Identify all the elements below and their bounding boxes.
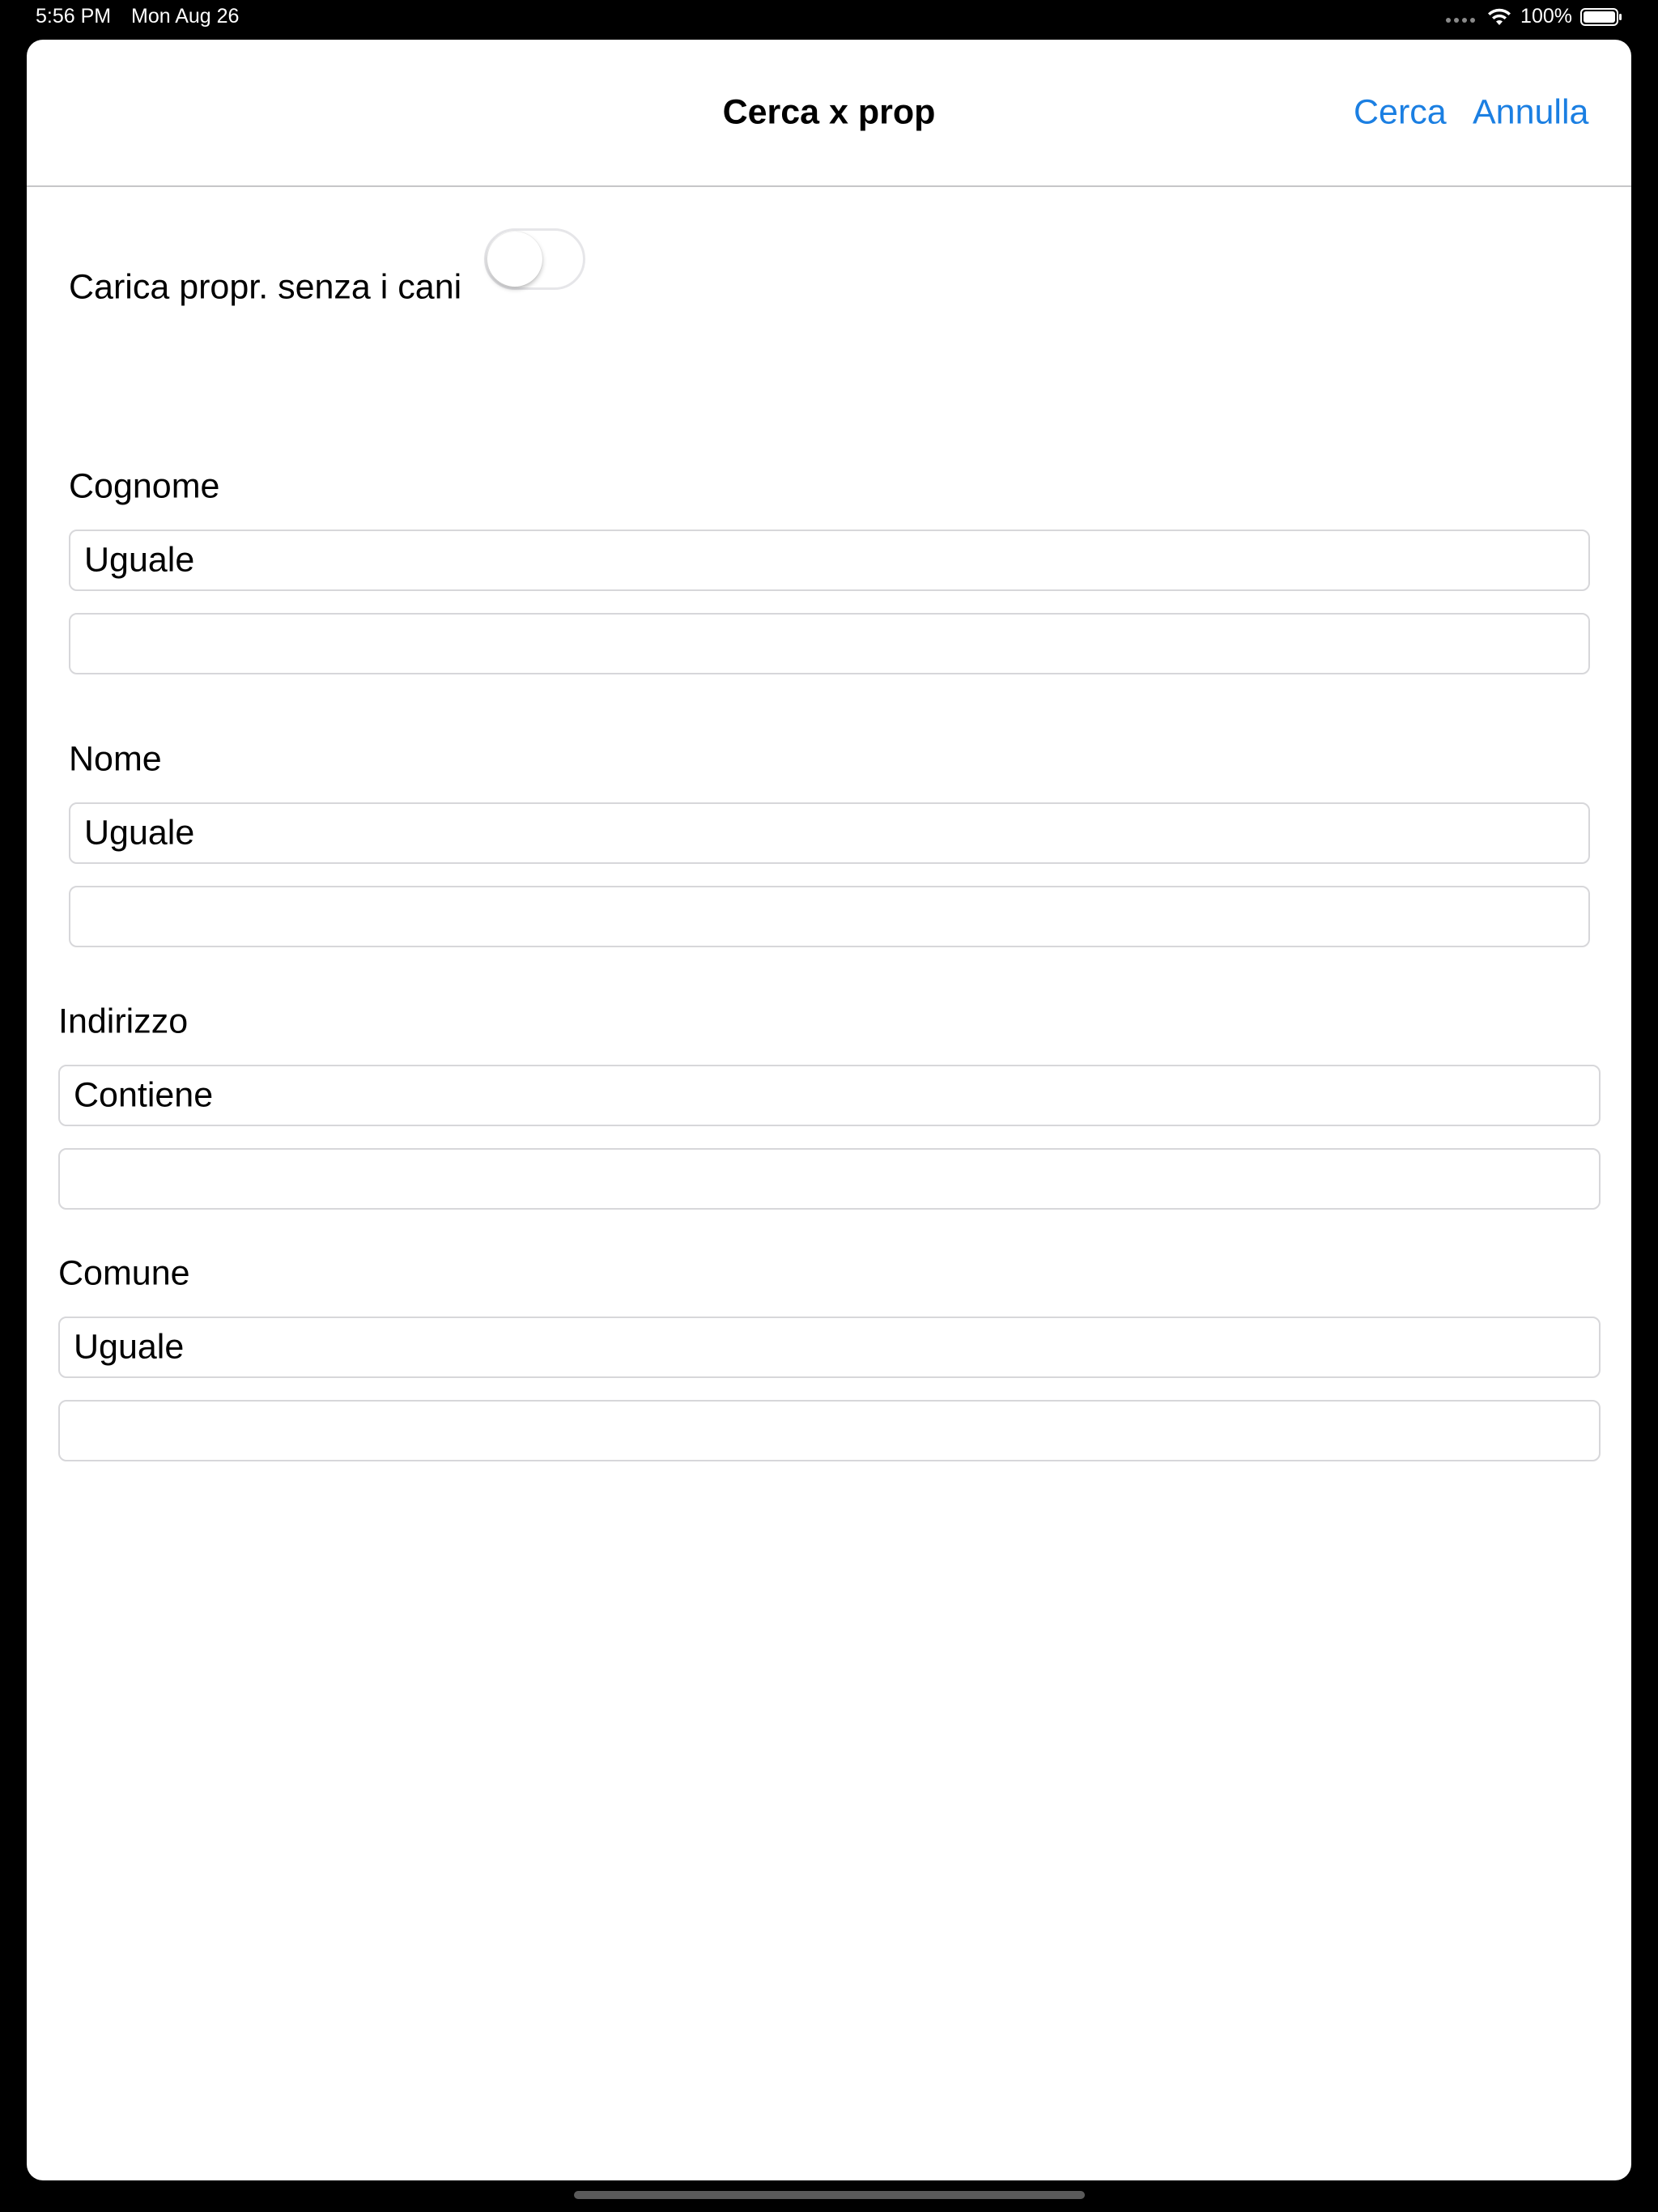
nome-input[interactable] xyxy=(69,886,1590,947)
status-indicators: 100% xyxy=(1446,5,1622,28)
comune-label: Comune xyxy=(58,1253,190,1293)
nome-label: Nome xyxy=(69,739,162,779)
wifi-icon xyxy=(1488,8,1511,25)
status-time: 5:56 PM xyxy=(36,5,112,28)
search-sheet: Cerca x prop Cerca Annulla Carica propr.… xyxy=(27,40,1631,2180)
indirizzo-label: Indirizzo xyxy=(58,1002,189,1041)
comune-match-value: Uguale xyxy=(74,1327,185,1367)
home-indicator[interactable] xyxy=(574,2191,1085,2199)
cognome-match-select[interactable]: Uguale xyxy=(69,530,1590,591)
navigation-bar: Cerca x prop Cerca Annulla xyxy=(27,40,1631,187)
status-date: Mon Aug 26 xyxy=(131,5,240,28)
search-button[interactable]: Cerca xyxy=(1354,93,1447,133)
cognome-label: Cognome xyxy=(69,466,220,506)
battery-percentage: 100% xyxy=(1520,5,1572,28)
indirizzo-match-value: Contiene xyxy=(74,1075,214,1115)
cognome-match-value: Uguale xyxy=(84,540,195,580)
nome-match-value: Uguale xyxy=(84,813,195,853)
indirizzo-input[interactable] xyxy=(58,1148,1601,1210)
battery-icon xyxy=(1580,7,1622,26)
toggle-label: Carica propr. senza i cani xyxy=(69,267,462,307)
nome-match-select[interactable]: Uguale xyxy=(69,802,1590,864)
load-owners-without-dogs-toggle[interactable] xyxy=(484,228,585,290)
indirizzo-match-select[interactable]: Contiene xyxy=(58,1065,1601,1126)
toggle-knob[interactable] xyxy=(487,232,542,287)
cellular-signal-icon xyxy=(1446,17,1476,23)
cognome-input[interactable] xyxy=(69,613,1590,674)
status-bar: 5:56 PM Mon Aug 26 100% xyxy=(0,0,1658,36)
comune-match-select[interactable]: Uguale xyxy=(58,1317,1601,1378)
comune-input[interactable] xyxy=(58,1400,1601,1461)
cancel-button[interactable]: Annulla xyxy=(1473,93,1588,133)
